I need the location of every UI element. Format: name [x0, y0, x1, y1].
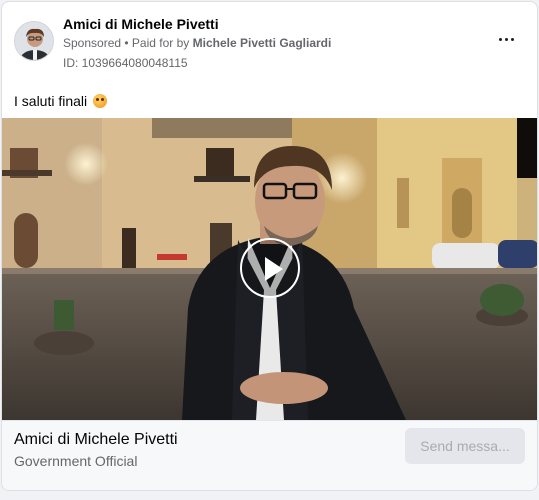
paid-for-prefix: • Paid for by: [121, 36, 193, 50]
post-header: Amici di Michele Pivetti Sponsored • Pai…: [2, 2, 537, 82]
avatar-image: [15, 22, 53, 60]
caption-text: I saluti finali: [14, 93, 88, 109]
payer-name: Michele Pivetti Gagliardi: [192, 36, 332, 50]
page-name[interactable]: Amici di Michele Pivetti: [63, 16, 219, 32]
sponsored-meta: Sponsored • Paid for by Michele Pivetti …: [63, 36, 331, 50]
ad-id: ID: 1039664080048115: [63, 56, 188, 70]
post-caption: I saluti finali: [14, 93, 108, 109]
smiling-face-emoji: [93, 94, 108, 108]
cta-footer: Amici di Michele Pivetti Government Offi…: [2, 420, 537, 490]
footer-page-name[interactable]: Amici di Michele Pivetti: [14, 431, 178, 449]
more-horizontal-icon[interactable]: [497, 32, 517, 48]
page-avatar[interactable]: [14, 21, 54, 61]
sponsored-label: Sponsored: [63, 36, 122, 50]
ad-card: Amici di Michele Pivetti Sponsored • Pai…: [1, 1, 538, 491]
video-player[interactable]: [2, 118, 537, 420]
play-icon[interactable]: [240, 238, 300, 298]
footer-category: Government Official: [14, 453, 138, 469]
send-message-button[interactable]: Send messa...: [405, 428, 525, 464]
